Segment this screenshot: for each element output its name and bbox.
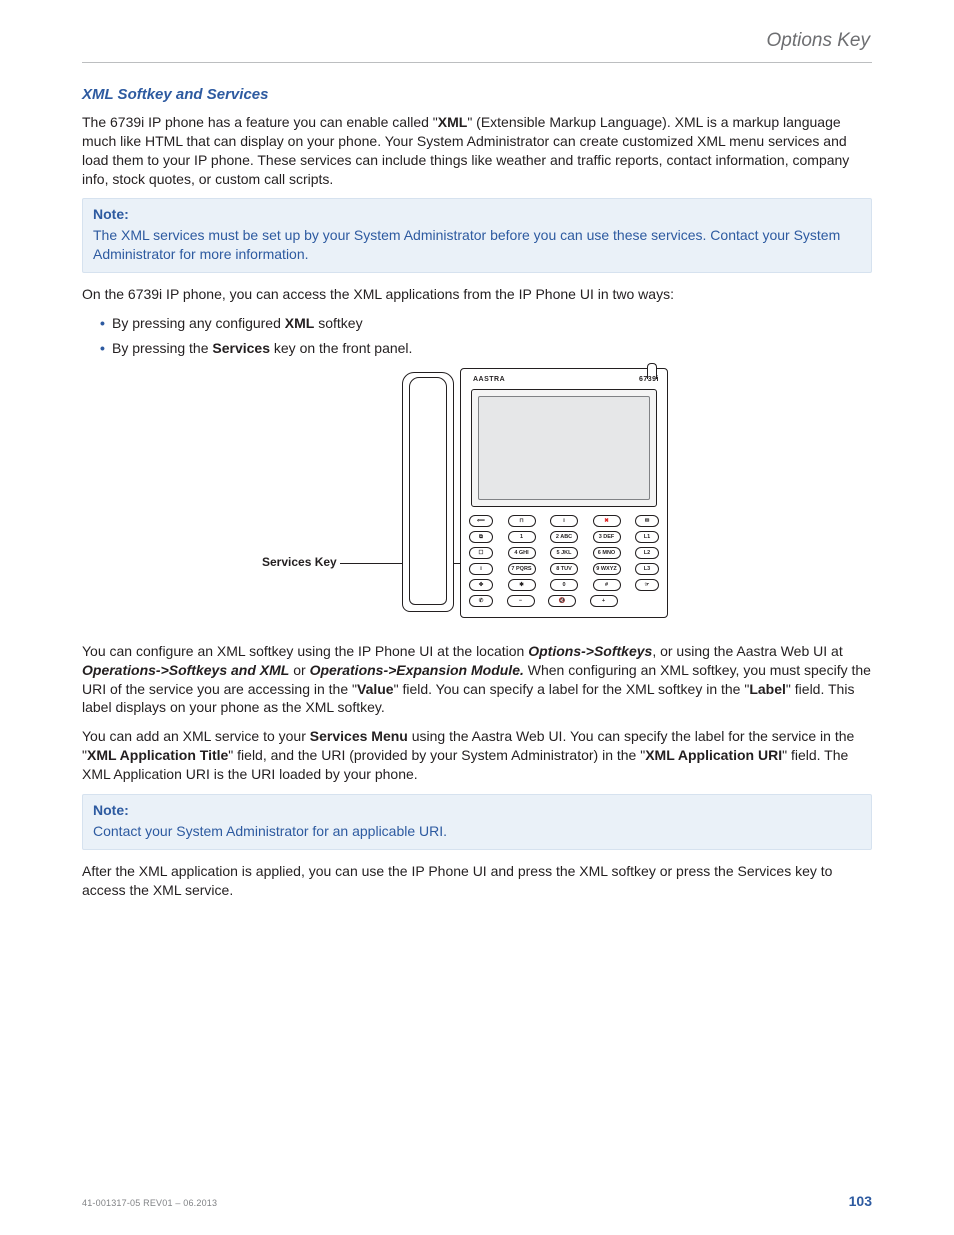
key-hash: # [593,579,621,591]
key-vol-down: − [507,595,535,607]
key-goodbye-icon: ⊓ [508,515,536,527]
note-title: Note: [93,801,861,820]
screen-inner [478,396,650,500]
key-5: 5 JKL [550,547,578,559]
note-body: Contact your System Administrator for an… [93,822,861,841]
closing-paragraph: After the XML application is applied, yo… [82,862,872,900]
page-number: 103 [849,1192,872,1211]
key-hangup-icon: ✖ [593,515,621,527]
brand-left: AASTRA [473,375,505,384]
key-services-icon: i [469,563,493,575]
key-mute-icon: 🔇 [548,595,576,607]
intro-paragraph: The 6739i IP phone has a feature you can… [82,113,872,189]
key-4: 4 GHI [508,547,536,559]
running-head: Options Key [82,28,872,54]
callout-label: Services Key [262,554,337,570]
handset-icon [402,372,454,612]
key-vol-up: + [590,595,618,607]
access-bullets: By pressing any configured XML softkey B… [82,314,872,358]
key-7: 7 PQRS [508,563,536,575]
key-3: 3 DEF [593,531,621,543]
key-options-icon: ✥ [469,579,493,591]
section-title: XML Softkey and Services [82,85,872,105]
add-service-paragraph: You can add an XML service to your Servi… [82,727,872,784]
header-rule [82,62,872,63]
list-item: By pressing the Services key on the fron… [100,339,872,358]
phone-diagram: Services Key AASTRA 6739i ⟸ ⊓ i [82,368,872,628]
document-page: Options Key XML Softkey and Services The… [0,0,954,1235]
phone-illustration: AASTRA 6739i ⟸ ⊓ i ✖ ✉ ⧉ 1 [402,368,682,624]
footer-doc-id: 41-001317-05 REV01 – 06.2013 [82,1197,217,1209]
key-6: 6 MNO [593,547,621,559]
config-paragraph: You can configure an XML softkey using t… [82,642,872,718]
list-item: By pressing any configured XML softkey [100,314,872,333]
access-intro: On the 6739i IP phone, you can access th… [82,285,872,304]
key-hold-icon: ⟸ [469,515,493,527]
key-l3: L3 [635,563,659,575]
note-title: Note: [93,205,861,224]
brand-right: 6739i [639,375,659,384]
key-l2: L2 [635,547,659,559]
key-2: 2 ABC [550,531,578,543]
key-0: 0 [550,579,578,591]
key-headset-icon: ✆ [469,595,493,607]
key-voicemail-icon: ✉ [635,515,659,527]
key-9: 9 WXYZ [593,563,621,575]
key-1: 1 [508,531,536,543]
keypad: ⟸ ⊓ i ✖ ✉ ⧉ 1 2 ABC 3 DEF L1 ☐ [469,515,659,611]
key-transfer-icon: ⧉ [469,531,493,543]
phone-base: AASTRA 6739i ⟸ ⊓ i ✖ ✉ ⧉ 1 [460,368,668,618]
key-conf-icon: ☐ [469,547,493,559]
key-speaker-icon: ☞ [635,579,659,591]
brand-row: AASTRA 6739i [473,375,659,384]
key-star: ✱ [508,579,536,591]
note-body: The XML services must be set up by your … [93,226,861,264]
key-8: 8 TUV [550,563,578,575]
key-info-icon: i [550,515,578,527]
note-box-2: Note: Contact your System Administrator … [82,794,872,850]
key-l1: L1 [635,531,659,543]
note-box-1: Note: The XML services must be set up by… [82,198,872,273]
page-footer: 41-001317-05 REV01 – 06.2013 103 [82,1192,872,1211]
phone-screen [471,389,657,507]
